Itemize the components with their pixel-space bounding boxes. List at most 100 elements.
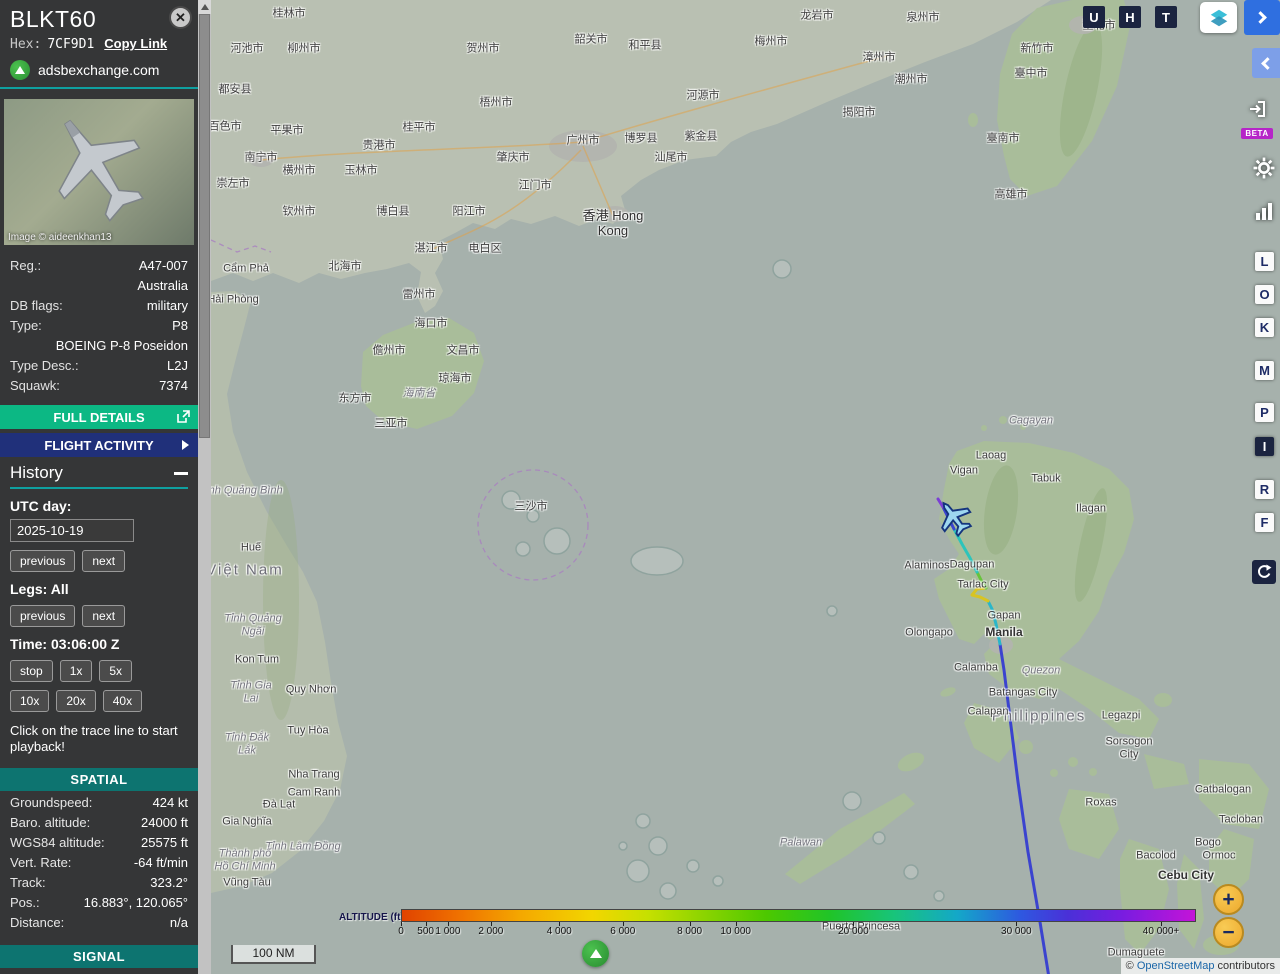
signal-header[interactable]: SIGNAL xyxy=(0,945,198,968)
beta-feature-button[interactable]: BETA xyxy=(1237,100,1277,141)
attribution-prefix: © xyxy=(1126,960,1137,972)
legs-next-button[interactable]: next xyxy=(82,605,125,627)
hex-label: Hex: xyxy=(10,37,41,52)
info-value: Australia xyxy=(10,278,188,293)
hex-row: Hex:7CF9D1Copy Link xyxy=(0,33,198,52)
zoom-out-button[interactable]: − xyxy=(1213,917,1244,948)
spatial-rows: Groundspeed:424 ktBaro. altitude:24000 f… xyxy=(0,791,198,933)
settings-button[interactable] xyxy=(1253,157,1275,184)
statistics-button[interactable] xyxy=(1255,202,1274,226)
sign-in-icon xyxy=(1248,100,1266,118)
info-value: A47-007 xyxy=(41,258,188,273)
flight-activity-button[interactable]: FLIGHT ACTIVITY xyxy=(0,433,198,457)
legs-previous-button[interactable]: previous xyxy=(10,605,75,627)
spatial-row: Pos.: 16.883°, 120.065° xyxy=(10,893,188,913)
playback-speed-row-2: 10x 20x 40x xyxy=(10,690,188,712)
full-details-button[interactable]: FULL DETAILS xyxy=(0,405,198,429)
legend-tick-label: 8 000 xyxy=(677,926,702,937)
spatial-row: WGS84 altitude:25575 ft xyxy=(10,833,188,853)
map-key-r[interactable]: R xyxy=(1255,480,1274,499)
map-key-i[interactable]: I xyxy=(1255,437,1274,456)
speed-button-20x[interactable]: 20x xyxy=(56,690,95,712)
flight-trace[interactable] xyxy=(938,499,943,507)
legs-label: Legs: All xyxy=(10,581,188,597)
legend-tick-label: 500 xyxy=(417,926,434,937)
info-label: Type Desc.: xyxy=(10,358,79,373)
altitude-legend-title: ALTITUDE (ft) xyxy=(339,912,404,923)
legend-tick-label: 0 xyxy=(398,926,404,937)
map-button-t[interactable]: T xyxy=(1155,6,1177,28)
spatial-label: Vert. Rate: xyxy=(10,855,71,870)
flight-activity-label: FLIGHT ACTIVITY xyxy=(44,438,153,453)
aircraft-info-sidebar: BLKT60 ✕ Hex:7CF9D1Copy Link adsbexchang… xyxy=(0,0,198,974)
chevron-right-icon xyxy=(182,440,189,450)
map-key-p[interactable]: P xyxy=(1255,403,1274,422)
flight-trace[interactable] xyxy=(977,572,986,588)
spatial-label: Pos.: xyxy=(10,895,40,910)
info-row: DB flags:military xyxy=(10,295,188,315)
spatial-header[interactable]: SPATIAL xyxy=(0,768,198,791)
speed-button-stop[interactable]: stop xyxy=(10,660,53,682)
adsbx-map-logo[interactable] xyxy=(582,940,609,967)
speed-button-40x[interactable]: 40x xyxy=(103,690,142,712)
info-value: L2J xyxy=(79,358,188,373)
full-details-label: FULL DETAILS xyxy=(53,410,144,425)
spatial-label: Groundspeed: xyxy=(10,795,92,810)
flight-trace[interactable] xyxy=(988,601,1000,644)
map-key-k[interactable]: K xyxy=(1255,318,1274,337)
zoom-in-button[interactable]: + xyxy=(1213,884,1244,915)
map-key-m[interactable]: M xyxy=(1255,361,1274,380)
time-label: Time: 03:06:00 Z xyxy=(10,636,188,652)
flight-trace[interactable] xyxy=(972,588,988,601)
legend-tick-label: 6 000 xyxy=(610,926,635,937)
history-title: History xyxy=(10,463,63,483)
map[interactable]: 桂林市河池市柳州市贺州市韶关市和平县梅州市龙岩市漳州市泉州市都安县梧州市河源市潮… xyxy=(211,0,1280,974)
expand-panel-button[interactable] xyxy=(1244,0,1280,35)
sidebar-scrollbar[interactable] xyxy=(198,0,211,974)
legend-tick-label: 10 000 xyxy=(720,926,751,937)
map-button-u[interactable]: U xyxy=(1083,6,1105,28)
legend-tick-label: 2 000 xyxy=(478,926,503,937)
map-key-f[interactable]: F xyxy=(1255,513,1274,532)
scale-indicator: 100 NM xyxy=(231,945,316,964)
aircraft-photo[interactable]: Image © aideenkhan13 xyxy=(4,99,194,245)
scrollbar-thumb[interactable] xyxy=(199,14,210,438)
flight-trace-layer[interactable] xyxy=(211,0,1280,974)
spatial-row: Track:323.2° xyxy=(10,873,188,893)
legend-tick-label: 30 000 xyxy=(1001,926,1032,937)
day-next-button[interactable]: next xyxy=(82,550,125,572)
collapse-panel-button[interactable] xyxy=(1252,48,1280,78)
close-icon[interactable]: ✕ xyxy=(169,6,192,29)
spatial-row: Distance:n/a xyxy=(10,913,188,933)
map-key-o[interactable]: O xyxy=(1255,285,1274,304)
layers-button[interactable] xyxy=(1200,2,1237,33)
spatial-value: 24000 ft xyxy=(141,815,188,830)
map-key-l[interactable]: L xyxy=(1255,252,1274,271)
collapse-icon[interactable] xyxy=(174,472,188,475)
brand-name: adsbexchange.com xyxy=(38,62,159,78)
legend-tick-label: 20 000 xyxy=(838,926,869,937)
scroll-up-button[interactable] xyxy=(198,0,211,14)
map-button-h[interactable]: H xyxy=(1119,6,1141,28)
info-label: Squawk: xyxy=(10,378,60,393)
copy-link-button[interactable]: Copy Link xyxy=(104,36,167,51)
attribution-link[interactable]: OpenStreetMap xyxy=(1137,960,1215,972)
info-row: Australia xyxy=(10,275,188,295)
speed-button-1x[interactable]: 1x xyxy=(60,660,93,682)
legend-tick-label: 4 000 xyxy=(547,926,572,937)
altitude-legend: ALTITUDE (ft) 05001 0002 0004 0006 0008 … xyxy=(339,904,1207,944)
info-label: Type: xyxy=(10,318,42,333)
spatial-value: 16.883°, 120.065° xyxy=(84,895,188,910)
day-previous-button[interactable]: previous xyxy=(10,550,75,572)
info-row: Type Desc.:L2J xyxy=(10,355,188,375)
replay-button[interactable] xyxy=(1252,560,1276,584)
info-label: Reg.: xyxy=(10,258,41,273)
spatial-value: -64 ft/min xyxy=(134,855,188,870)
speed-button-10x[interactable]: 10x xyxy=(10,690,49,712)
beta-badge: BETA xyxy=(1241,128,1272,139)
speed-button-5x[interactable]: 5x xyxy=(99,660,132,682)
aircraft-info-rows: Reg.:A47-007 Australia DB flags:military Ty… xyxy=(10,255,188,395)
date-input[interactable] xyxy=(10,519,134,542)
brand-row[interactable]: adsbexchange.com xyxy=(0,52,198,89)
attribution-suffix: contributors xyxy=(1214,960,1275,972)
